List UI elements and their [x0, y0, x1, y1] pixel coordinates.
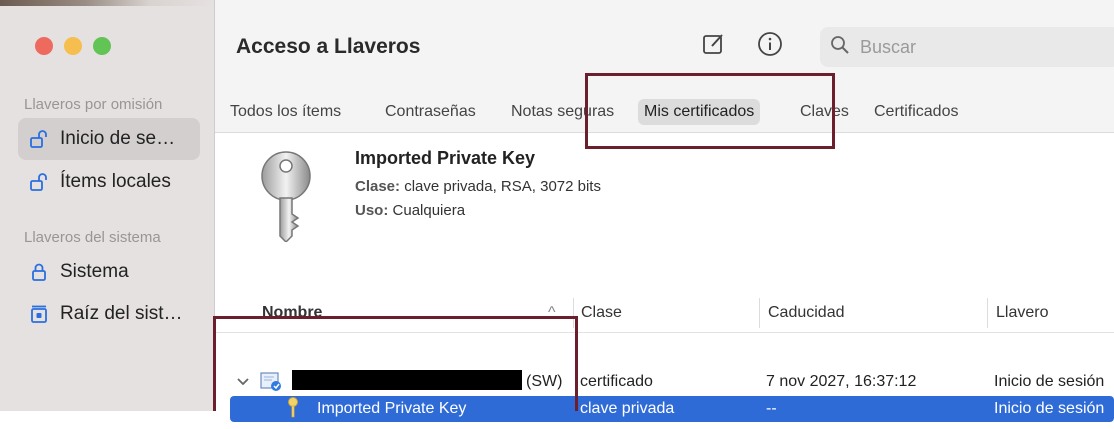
- sidebar-item-sistema[interactable]: Sistema: [18, 251, 200, 293]
- window-controls: [35, 37, 111, 55]
- info-button[interactable]: [756, 31, 784, 62]
- cell-caducidad: --: [766, 400, 777, 417]
- unlocked-padlock-icon: [28, 172, 50, 192]
- section-title-default: Llaveros por omisión: [24, 96, 163, 113]
- cell-clase: certificado: [580, 373, 653, 390]
- sidebar-item-items-locales[interactable]: Ítems locales: [18, 161, 200, 203]
- tab-certificados[interactable]: Certificados: [868, 99, 964, 125]
- sidebar-item-label: Sistema: [60, 261, 129, 282]
- window-title: Acceso a Llaveros: [236, 35, 421, 58]
- search-input[interactable]: [858, 35, 1062, 59]
- highlight-box-tab: [585, 73, 835, 149]
- sidebar-item-raiz-sistema[interactable]: Raíz del sist…: [18, 293, 200, 335]
- column-header-llavero[interactable]: Llavero: [996, 304, 1048, 322]
- info-icon: [757, 31, 783, 62]
- sidebar-item-label: Inicio de se…: [60, 128, 176, 149]
- column-header-clase[interactable]: Clase: [581, 304, 622, 322]
- sidebar-item-label: Ítems locales: [60, 171, 171, 192]
- cell-caducidad: 7 nov 2027, 16:37:12: [766, 373, 917, 390]
- search-field[interactable]: [820, 27, 1114, 67]
- uso-label: Uso:: [355, 202, 389, 219]
- cell-llavero: Inicio de sesión: [994, 373, 1105, 390]
- detail-clase: Clase: clave privada, RSA, 3072 bits: [355, 178, 601, 195]
- cell-clase: clave privada: [580, 400, 675, 417]
- detail-uso: Uso: Cualquiera: [355, 202, 465, 219]
- clase-value: clave privada, RSA, 3072 bits: [404, 178, 601, 195]
- close-button[interactable]: [35, 37, 53, 55]
- new-item-button[interactable]: [700, 32, 728, 60]
- zoom-button[interactable]: [93, 37, 111, 55]
- cell-llavero: Inicio de sesión: [994, 400, 1105, 417]
- search-icon: [830, 35, 850, 60]
- clase-label: Clase:: [355, 178, 401, 195]
- tab-todos-los-items[interactable]: Todos los ítems: [224, 99, 347, 125]
- highlight-box-rows: [213, 316, 578, 411]
- sidebar-item-inicio-sesion[interactable]: Inicio de se…: [18, 118, 200, 160]
- minimize-button[interactable]: [64, 37, 82, 55]
- key-icon: [256, 150, 316, 247]
- sidebar: Llaveros por omisión Inicio de se… Ítems…: [0, 0, 215, 411]
- locked-padlock-icon: [28, 262, 50, 282]
- sidebar-item-label: Raíz del sist…: [60, 303, 183, 324]
- compose-icon: [701, 31, 727, 62]
- column-divider[interactable]: [987, 298, 988, 328]
- detail-title: Imported Private Key: [355, 148, 536, 168]
- section-title-system: Llaveros del sistema: [24, 229, 161, 246]
- unlocked-padlock-icon: [28, 129, 50, 149]
- tab-contrasenas[interactable]: Contraseñas: [379, 99, 482, 125]
- column-header-caducidad[interactable]: Caducidad: [768, 304, 845, 322]
- uso-value: Cualquiera: [392, 202, 466, 219]
- column-divider[interactable]: [759, 298, 760, 328]
- cabinet-icon: [28, 304, 50, 324]
- wallpaper-strip: [0, 0, 214, 6]
